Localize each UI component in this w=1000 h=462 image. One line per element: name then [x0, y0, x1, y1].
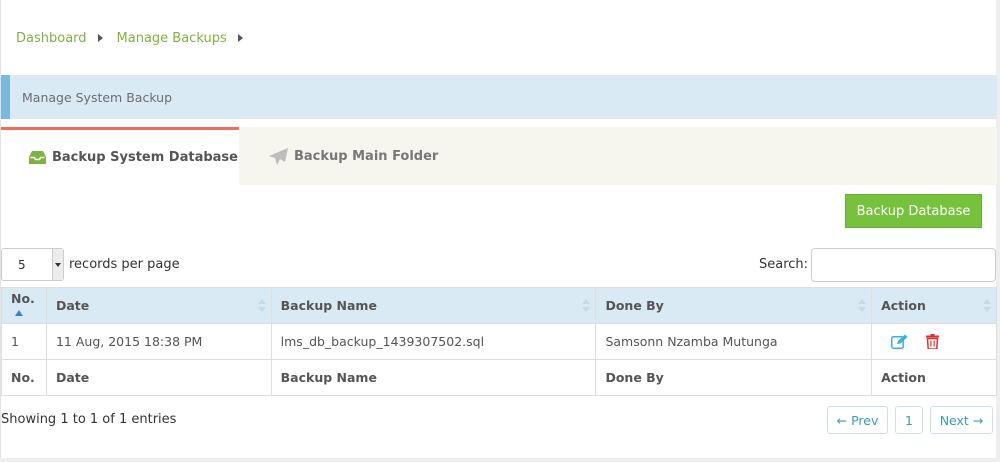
sort-ascending-icon	[15, 309, 23, 316]
records-per-page-select[interactable]: 5	[1, 248, 64, 281]
records-per-page-label: records per page	[69, 257, 180, 272]
delete-icon[interactable]	[926, 334, 940, 349]
tab-label: Backup System Database	[52, 150, 238, 165]
backup-database-button[interactable]: Backup Database	[845, 194, 982, 228]
cell-action	[871, 323, 997, 360]
column-label: Backup Name	[280, 298, 377, 313]
breadcrumb-dashboard[interactable]: Dashboard	[16, 31, 87, 46]
breadcrumb-separator-icon	[237, 34, 243, 42]
tab-backup-main-folder[interactable]: Backup Main Folder	[239, 127, 499, 185]
records-per-page: 5 records per page	[1, 248, 180, 281]
paper-plane-icon	[269, 147, 288, 165]
footer-no: No.	[1, 359, 47, 396]
footer-action: Action	[871, 359, 997, 396]
column-label: Done By	[605, 298, 664, 313]
column-label: No.	[11, 290, 35, 306]
column-header-done-by[interactable]: Done By	[595, 287, 873, 324]
cell-done-by: Samsonn Nzamba Mutunga	[595, 323, 873, 360]
tab-label: Backup Main Folder	[294, 148, 439, 164]
table-info: Showing 1 to 1 of 1 entries	[1, 412, 177, 427]
inbox-icon	[29, 151, 46, 164]
column-header-action[interactable]: Action	[871, 287, 997, 324]
table-footer-row: No. Date Backup Name Done By Action	[1, 359, 997, 396]
chevron-down-icon	[52, 249, 63, 280]
cell-no: 1	[1, 323, 47, 360]
prev-page-button[interactable]: ← Prev	[827, 406, 888, 434]
cell-date: 11 Aug, 2015 18:38 PM	[45, 323, 272, 360]
sort-icon	[983, 299, 991, 313]
column-label: Action	[881, 298, 926, 313]
row-actions	[881, 334, 987, 349]
search-label: Search:	[759, 257, 809, 272]
column-header-backup-name[interactable]: Backup Name	[270, 287, 597, 324]
footer-backup-name: Backup Name	[270, 359, 597, 396]
backups-table: No. Date Backup Name Done By Action 1 11…	[1, 287, 997, 396]
table-header-row: No. Date Backup Name Done By Action	[1, 287, 997, 324]
tab-bar: Backup System Database Backup Main Folde…	[1, 127, 997, 185]
column-label: Date	[55, 298, 90, 313]
records-per-page-value: 5	[18, 258, 26, 272]
breadcrumb-manage-backups[interactable]: Manage Backups	[117, 31, 227, 46]
sort-icon	[582, 299, 591, 313]
panel-title: Manage System Backup	[22, 89, 173, 105]
panel-header: Manage System Backup	[1, 75, 997, 119]
page-1-button[interactable]: 1	[895, 406, 923, 434]
column-header-no[interactable]: No.	[1, 287, 47, 324]
breadcrumb: Dashboard Manage Backups	[16, 29, 257, 47]
table-row: 1 11 Aug, 2015 18:38 PM lms_db_backup_14…	[1, 323, 997, 360]
bottom-rail	[0, 458, 1000, 462]
search-input[interactable]	[811, 248, 996, 282]
sort-icon	[858, 299, 867, 313]
next-page-button[interactable]: Next →	[930, 406, 993, 434]
footer-done-by: Done By	[595, 359, 873, 396]
breadcrumb-separator-icon	[97, 34, 103, 42]
edit-icon[interactable]	[891, 334, 908, 349]
cell-backup-name: lms_db_backup_1439307502.sql	[270, 323, 597, 360]
column-header-date[interactable]: Date	[45, 287, 272, 324]
tab-backup-system-database[interactable]: Backup System Database	[1, 127, 239, 185]
sort-icon	[257, 299, 266, 313]
footer-date: Date	[45, 359, 272, 396]
